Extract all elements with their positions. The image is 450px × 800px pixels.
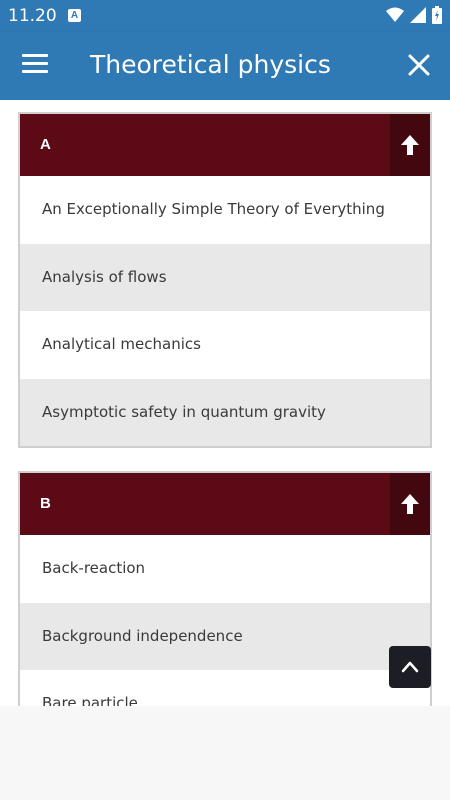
page-title: Theoretical physics xyxy=(90,50,331,79)
wifi-icon xyxy=(386,7,404,22)
section-b: B Back-reaction Background independence … xyxy=(18,471,432,706)
list-item[interactable]: An Exceptionally Simple Theory of Everyt… xyxy=(20,176,430,244)
collapse-section-button[interactable] xyxy=(390,473,430,535)
section-header: A xyxy=(20,114,430,176)
close-icon[interactable] xyxy=(406,52,432,78)
collapse-section-button[interactable] xyxy=(390,114,430,176)
bottom-blank-area xyxy=(0,706,450,800)
status-bar: 11.20 A xyxy=(0,0,450,32)
arrow-up-icon xyxy=(401,135,419,155)
list-item[interactable]: Analytical mechanics xyxy=(20,311,430,379)
chevron-up-icon xyxy=(401,661,419,673)
section-letter: B xyxy=(40,495,51,512)
list-item[interactable]: Analysis of flows xyxy=(20,243,430,311)
glossary-list[interactable]: A An Exceptionally Simple Theory of Ever… xyxy=(0,100,450,706)
status-icons xyxy=(386,6,442,24)
section-letter: A xyxy=(40,136,51,153)
list-item[interactable]: Bare particle xyxy=(20,670,430,706)
a-icon: A xyxy=(68,9,81,22)
section-a: A An Exceptionally Simple Theory of Ever… xyxy=(18,112,432,448)
list-item[interactable]: Back-reaction xyxy=(20,535,430,603)
list-item[interactable]: Background independence xyxy=(20,602,430,670)
app-bar: Theoretical physics xyxy=(0,32,450,100)
section-header: B xyxy=(20,473,430,535)
signal-icon xyxy=(410,7,426,23)
arrow-up-icon xyxy=(401,494,419,514)
status-time: 11.20 xyxy=(8,6,57,26)
scroll-to-top-button[interactable] xyxy=(389,646,431,688)
list-item[interactable]: Asymptotic safety in quantum gravity xyxy=(20,378,430,446)
hamburger-menu-icon[interactable] xyxy=(22,54,48,76)
battery-icon xyxy=(432,6,442,24)
